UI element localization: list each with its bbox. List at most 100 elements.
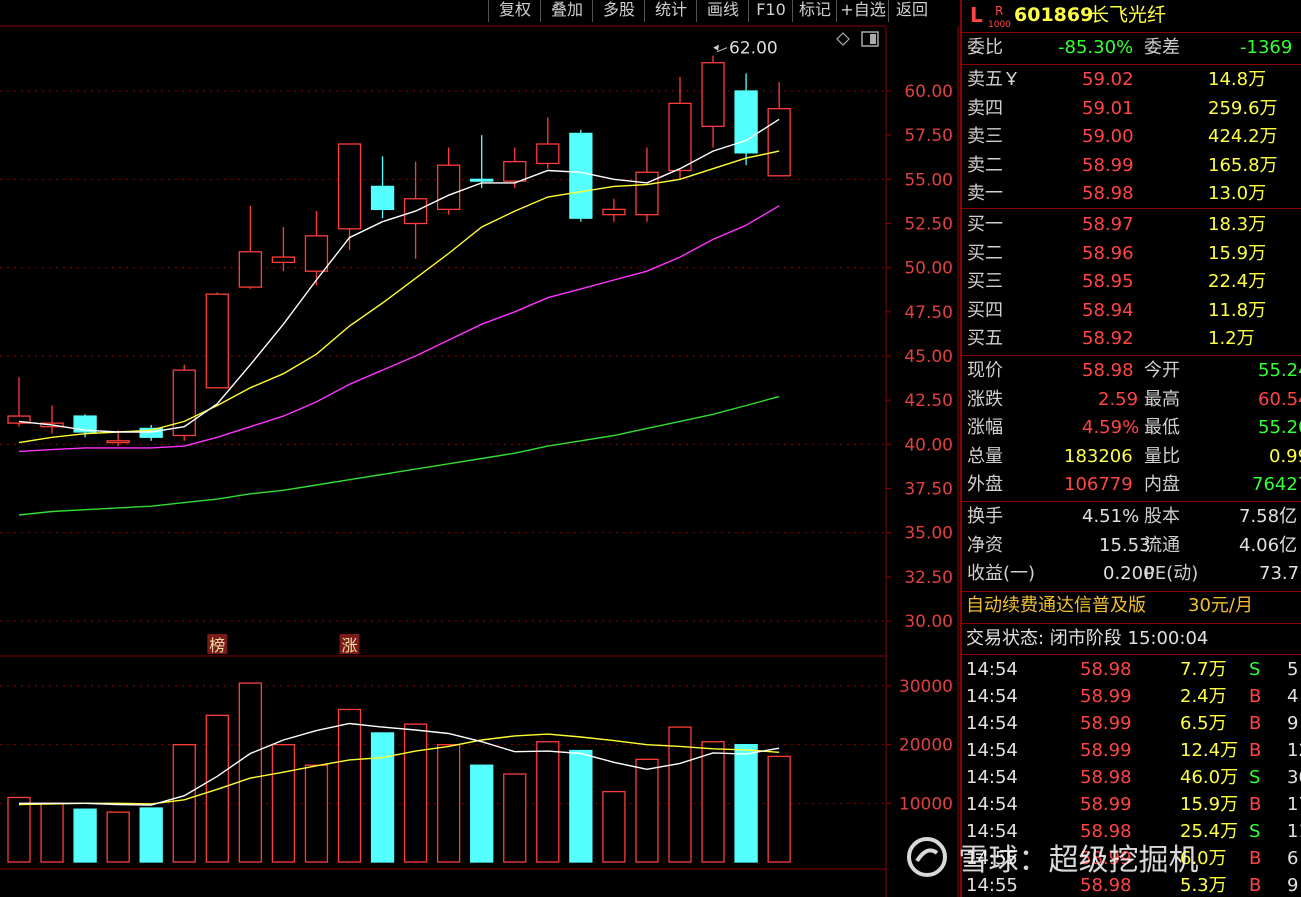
stat-value: 4.51% bbox=[1082, 506, 1140, 527]
candle-body bbox=[602, 208, 626, 216]
promo-text: 自动续费通达信普及版 bbox=[966, 595, 1146, 616]
stat-value-2: 4.06亿 bbox=[1239, 534, 1298, 556]
volume-bar bbox=[403, 723, 428, 863]
quote-panel: L R 1000 601869 长飞光纤 委比 -85.30% 委差 -1369… bbox=[960, 0, 1301, 897]
stat-label: 净资 bbox=[967, 534, 1003, 556]
tick-row[interactable]: 14:54 58.99 6.5万 B 9 bbox=[962, 710, 1301, 738]
volume-bar bbox=[304, 764, 329, 863]
quote-row[interactable]: 现价 58.98 今开 55.24 bbox=[962, 357, 1301, 385]
volume-bar bbox=[172, 744, 196, 863]
quote-label: 总量 bbox=[967, 445, 1003, 467]
volume-bar bbox=[602, 790, 626, 863]
candle-body bbox=[337, 143, 362, 230]
tick-side: B bbox=[1249, 794, 1262, 815]
volume-tick-label: 10000 bbox=[899, 794, 953, 814]
price-tick-label: 32.50 bbox=[904, 568, 953, 588]
buy-volume: 22.4万 bbox=[1208, 271, 1267, 292]
tick-side: B bbox=[1249, 713, 1262, 734]
candle-body bbox=[701, 62, 725, 127]
volume-bar bbox=[536, 741, 560, 863]
sell-volume: 165.8万 bbox=[1208, 154, 1278, 176]
price-tick-label: 47.50 bbox=[904, 303, 953, 323]
quote-row[interactable]: 总量 183206 量比 0.99 bbox=[962, 443, 1301, 471]
volume-bar bbox=[470, 764, 494, 863]
candle-body bbox=[370, 185, 395, 211]
tick-count: 9 bbox=[1287, 713, 1299, 734]
tick-row[interactable]: 14:54 58.99 12.4万 B 12 bbox=[962, 737, 1301, 765]
tick-side: B bbox=[1249, 875, 1262, 896]
volume-bar bbox=[701, 741, 725, 863]
tick-count: 4 bbox=[1287, 686, 1299, 707]
quote-value: 4.59% bbox=[1082, 417, 1140, 438]
quote-label: 涨跌 bbox=[967, 388, 1003, 410]
candle-body bbox=[470, 178, 494, 182]
candle-body bbox=[172, 369, 196, 437]
sell-row[interactable]: 卖五 59.02 14.8万 Ұ bbox=[962, 66, 1301, 94]
buy-price: 58.94 bbox=[1082, 299, 1134, 321]
buy-label: 买四 bbox=[967, 299, 1003, 321]
price-tick-label: 42.50 bbox=[904, 391, 953, 411]
sell-row[interactable]: 卖一 58.98 13.0万 bbox=[962, 180, 1301, 208]
stock-code[interactable]: 601869 bbox=[1014, 1, 1093, 29]
buy-label: 买二 bbox=[967, 242, 1003, 264]
stat-row[interactable]: 换手 4.51% 股本 7.58亿 bbox=[962, 503, 1301, 531]
volume-bar bbox=[734, 744, 758, 863]
candle-body bbox=[238, 251, 263, 288]
tick-row[interactable]: 14:54 58.99 15.9万 B 17 bbox=[962, 791, 1301, 819]
sell-row[interactable]: 卖四 59.01 259.6万 bbox=[962, 95, 1301, 123]
buy-row[interactable]: 买二 58.96 15.9万 bbox=[962, 240, 1301, 268]
tick-volume: 46.0万 bbox=[1180, 767, 1239, 788]
tick-count: 5 bbox=[1287, 659, 1299, 680]
quote-row[interactable]: 涨跌 2.59最高 60.54 bbox=[962, 386, 1301, 414]
tick-row[interactable]: 14:54 58.98 7.7万 S 5 bbox=[962, 656, 1301, 684]
quote-row[interactable]: 涨幅 4.59%最低 55.20 bbox=[962, 414, 1301, 442]
buy-label: 买五 bbox=[967, 328, 1003, 349]
kline-chart: 60.00 57.50 55.00 52.50 50.00 47.50 45.00 42.50… bbox=[0, 25, 959, 897]
price-tick-label: 60.00 bbox=[904, 82, 953, 102]
quote-label-2: 量比 bbox=[1144, 445, 1180, 467]
tick-time: 14:54 bbox=[966, 686, 1018, 707]
stat-label: 收益(一) bbox=[967, 563, 1036, 584]
candle-body bbox=[635, 171, 659, 216]
buy-price: 58.95 bbox=[1082, 271, 1134, 292]
buy-volume: 18.3万 bbox=[1208, 214, 1267, 235]
buy-row[interactable]: 买一 58.97 18.3万 bbox=[962, 211, 1301, 239]
sell-price: 58.98 bbox=[1082, 183, 1134, 204]
quote-label: 涨幅 bbox=[967, 417, 1003, 438]
stock-name[interactable]: 长飞光纤 bbox=[1090, 1, 1166, 29]
promo-row[interactable]: 自动续费通达信普及版 30元/月 bbox=[962, 592, 1301, 620]
tick-time: 14:54 bbox=[966, 740, 1018, 761]
price-tick-label: 40.00 bbox=[904, 435, 953, 455]
buy-row[interactable]: 买三 58.95 22.4万 bbox=[962, 268, 1301, 296]
volume-bar bbox=[271, 744, 296, 863]
volume-bar bbox=[370, 732, 395, 863]
stat-label-2: 流通 bbox=[1144, 534, 1180, 556]
tick-count: 17 bbox=[1287, 794, 1301, 815]
buy-row[interactable]: 买四 58.94 11.8万 bbox=[962, 297, 1301, 325]
tick-price: 58.99 bbox=[1080, 686, 1132, 707]
price-tick-label: 52.50 bbox=[904, 215, 953, 235]
tick-time: 14:54 bbox=[966, 767, 1018, 788]
tick-time: 14:54 bbox=[966, 659, 1018, 680]
sell-row[interactable]: 卖三 59.00 424.2万 bbox=[962, 123, 1301, 151]
buy-price: 58.97 bbox=[1082, 214, 1134, 235]
quote-row[interactable]: 外盘 106779 内盘 76427 bbox=[962, 471, 1301, 499]
volume-bar bbox=[569, 749, 593, 863]
candle-body bbox=[436, 164, 461, 211]
volume-bar bbox=[767, 755, 791, 863]
volume-bar bbox=[436, 744, 461, 863]
tick-row[interactable]: 14:54 58.99 2.4万 B 4 bbox=[962, 683, 1301, 711]
event-marker-label: 涨 bbox=[341, 636, 357, 655]
sell-row[interactable]: 卖二 58.99 165.8万 bbox=[962, 152, 1301, 180]
stat-row[interactable]: 收益(一) 0.200 PE(动) 73.7 bbox=[962, 560, 1301, 588]
l-badge: L bbox=[970, 3, 983, 27]
tick-row[interactable]: 14:54 58.98 46.0万 S 30 bbox=[962, 764, 1301, 792]
quote-value: 2.59 bbox=[1098, 388, 1139, 410]
tick-side: S bbox=[1249, 659, 1261, 680]
tick-side: B bbox=[1249, 848, 1262, 869]
trade-status: 交易状态: 闭市阶段 15:00:04 bbox=[966, 628, 1209, 649]
buy-row[interactable]: 买五 58.92 1.2万 bbox=[962, 325, 1301, 353]
tick-volume: 7.7万 bbox=[1180, 659, 1227, 680]
vol-ma5-line bbox=[19, 722, 780, 806]
stat-row[interactable]: 净资 15.53 流通 4.06亿 bbox=[962, 532, 1301, 560]
